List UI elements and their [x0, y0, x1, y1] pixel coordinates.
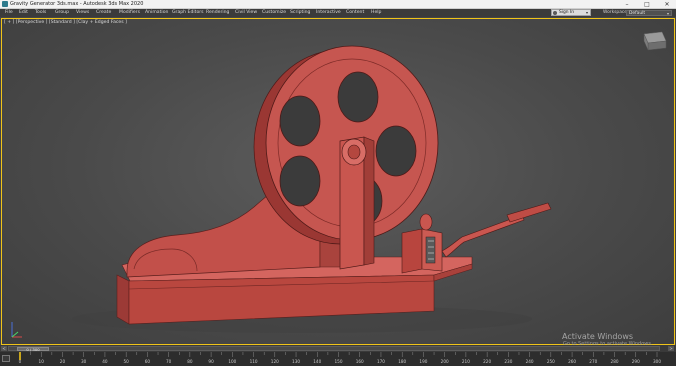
- ruler-label: 180: [398, 359, 406, 364]
- menu-help[interactable]: Help: [371, 9, 381, 17]
- ruler-label: 230: [504, 359, 512, 364]
- track-bar: 0 10 20 30 40 50 60 70 80 90 100 110 120 130 140 150 160…: [0, 352, 676, 366]
- sign-in-label: Sign In: [559, 10, 575, 15]
- ruler-label: 10: [39, 359, 45, 364]
- menu-group[interactable]: Group: [55, 9, 69, 17]
- spoke-hole: [337, 71, 379, 123]
- menu-customize[interactable]: Customize: [262, 9, 286, 17]
- ruler-label: 200: [441, 359, 449, 364]
- ruler-label: 170: [377, 359, 385, 364]
- gear-box: [401, 213, 443, 274]
- menu-tools[interactable]: Tools: [35, 9, 46, 17]
- time-slider-track[interactable]: 0 / 300: [8, 346, 660, 352]
- workspace-select[interactable]: Default ▾: [626, 10, 672, 16]
- ruler-label: 110: [250, 359, 258, 364]
- ruler-label: 90: [208, 359, 214, 364]
- timeline-ruler[interactable]: 0 10 20 30 40 50 60 70 80 90 100 110 120 130 140 150 160…: [12, 352, 674, 366]
- menu-interactive[interactable]: Interactive: [316, 9, 341, 17]
- watermark-title: Activate Windows: [562, 332, 634, 341]
- time-slider-thumb[interactable]: 0 / 300: [17, 347, 49, 352]
- ruler-label: 120: [271, 359, 279, 364]
- maximize-button[interactable]: □: [640, 0, 654, 9]
- menu-content[interactable]: Content: [346, 9, 364, 17]
- ruler-label: 80: [187, 359, 193, 364]
- crank-handle: [441, 202, 552, 258]
- ruler-label: 100: [228, 359, 236, 364]
- time-slider: < 0 / 300 >: [0, 345, 676, 352]
- ruler-label: 260: [568, 359, 576, 364]
- next-frame-button[interactable]: >: [668, 346, 674, 351]
- ruler-label: 250: [547, 359, 555, 364]
- ruler-label: 50: [123, 359, 129, 364]
- spoke-hole: [279, 95, 321, 147]
- menu-animation[interactable]: Animation: [145, 9, 168, 17]
- ruler-label: 300: [653, 359, 661, 364]
- menu-rendering[interactable]: Rendering: [206, 9, 229, 17]
- user-icon: [553, 11, 557, 15]
- ruler-label: 40: [102, 359, 108, 364]
- previous-frame-button[interactable]: <: [1, 346, 7, 351]
- ruler-label: 140: [313, 359, 321, 364]
- window-title: Gravity Generator 3ds.max - Autodesk 3ds…: [10, 1, 144, 7]
- menu-file[interactable]: File: [5, 9, 13, 17]
- sign-in-dropdown[interactable]: Sign In ▾: [551, 9, 591, 16]
- menu-views[interactable]: Views: [76, 9, 89, 17]
- chevron-down-icon: ▾: [585, 10, 588, 15]
- current-frame-marker: [19, 352, 21, 360]
- track-bar-toggle-icon[interactable]: [2, 355, 10, 362]
- menu-create[interactable]: Create: [96, 9, 111, 17]
- menu-civil-view[interactable]: Civil View: [235, 9, 257, 17]
- scene-canvas[interactable]: [2, 19, 676, 346]
- ruler-label: 270: [589, 359, 597, 364]
- viewport-label[interactable]: [ + ] [Perspective ] [Standard ] [Clay +…: [4, 20, 127, 26]
- ruler-label: 290: [632, 359, 640, 364]
- ruler-label: 30: [81, 359, 87, 364]
- support-post: [339, 136, 375, 270]
- view-cube[interactable]: [643, 31, 667, 51]
- app-icon: [2, 1, 8, 7]
- ruler-label: 190: [419, 359, 427, 364]
- perspective-viewport[interactable]: [ + ] [Perspective ] [Standard ] [Clay +…: [1, 18, 676, 347]
- ruler-label: 130: [292, 359, 300, 364]
- ruler-label: 220: [483, 359, 491, 364]
- ruler-label: 210: [462, 359, 470, 364]
- axis-gizmo: [11, 322, 22, 338]
- spoke-hole: [279, 155, 321, 207]
- ruler-label: 280: [611, 359, 619, 364]
- chevron-down-icon: ▾: [666, 11, 669, 16]
- ruler-label: 160: [356, 359, 364, 364]
- minimize-button[interactable]: –: [620, 0, 634, 9]
- ruler-label: 150: [335, 359, 343, 364]
- close-button[interactable]: ✕: [660, 0, 674, 9]
- ruler-label: 20: [60, 359, 66, 364]
- menu-scripting[interactable]: Scripting: [290, 9, 310, 17]
- menu-modifiers[interactable]: Modifiers: [119, 9, 140, 17]
- spoke-hole: [375, 125, 417, 177]
- menu-graph-editors[interactable]: Graph Editors: [172, 9, 204, 17]
- workspace-value: Default: [629, 11, 646, 16]
- ruler-label: 70: [166, 359, 172, 364]
- ruler-label: 240: [526, 359, 534, 364]
- menu-edit[interactable]: Edit: [19, 9, 28, 17]
- title-bar: Gravity Generator 3ds.max - Autodesk 3ds…: [0, 0, 676, 9]
- ruler-label: 60: [145, 359, 151, 364]
